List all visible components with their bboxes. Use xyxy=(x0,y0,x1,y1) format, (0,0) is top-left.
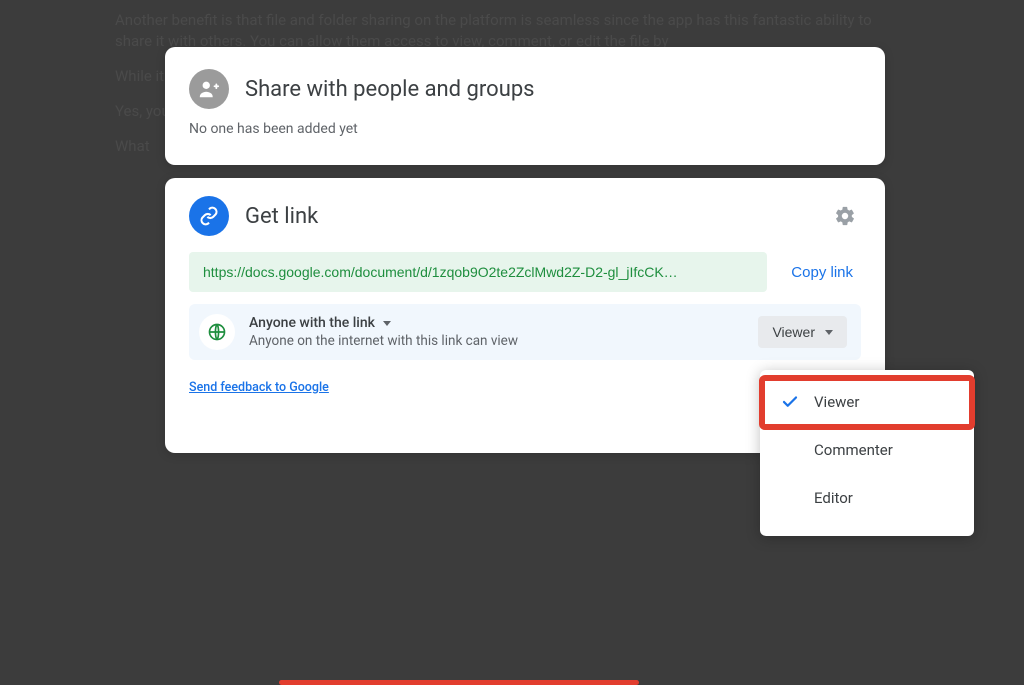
menu-item-label: Commenter xyxy=(814,441,893,459)
share-people-card: Share with people and groups No one has … xyxy=(165,47,885,165)
globe-icon xyxy=(199,314,235,350)
scope-text-block: Anyone with the link Anyone on the inter… xyxy=(249,315,744,349)
chevron-down-icon xyxy=(825,330,833,335)
link-icon xyxy=(189,196,229,236)
scope-dropdown[interactable]: Anyone with the link xyxy=(249,315,744,331)
copy-link-button[interactable]: Copy link xyxy=(783,252,861,292)
menu-item-label: Editor xyxy=(814,489,853,507)
scope-title: Anyone with the link xyxy=(249,315,375,331)
menu-item-editor[interactable]: Editor xyxy=(760,474,974,522)
check-icon xyxy=(780,393,800,411)
link-card-header: Get link xyxy=(165,178,885,246)
menu-item-commenter[interactable]: Commenter xyxy=(760,426,974,474)
url-row: https://docs.google.com/document/d/1zqob… xyxy=(189,252,861,292)
chevron-down-icon xyxy=(383,321,391,326)
link-settings-button[interactable] xyxy=(829,200,861,232)
role-dropdown-button[interactable]: Viewer xyxy=(758,316,847,348)
share-card-header: Share with people and groups xyxy=(165,47,885,117)
link-scope-row: Anyone with the link Anyone on the inter… xyxy=(189,304,861,360)
get-link-title: Get link xyxy=(245,204,829,229)
role-dropdown-menu: Viewer Commenter Editor xyxy=(760,370,974,536)
scope-description: Anyone on the internet with this link ca… xyxy=(249,333,744,349)
share-url[interactable]: https://docs.google.com/document/d/1zqob… xyxy=(189,252,767,292)
role-label: Viewer xyxy=(772,324,815,340)
menu-item-label: Viewer xyxy=(814,393,859,411)
send-feedback-link[interactable]: Send feedback to Google xyxy=(189,380,329,395)
share-title: Share with people and groups xyxy=(245,77,535,102)
annotation-underline xyxy=(279,680,639,685)
person-add-icon xyxy=(189,69,229,109)
menu-item-viewer[interactable]: Viewer xyxy=(760,378,974,426)
share-subtext: No one has been added yet xyxy=(165,121,885,137)
gear-icon xyxy=(834,205,856,227)
